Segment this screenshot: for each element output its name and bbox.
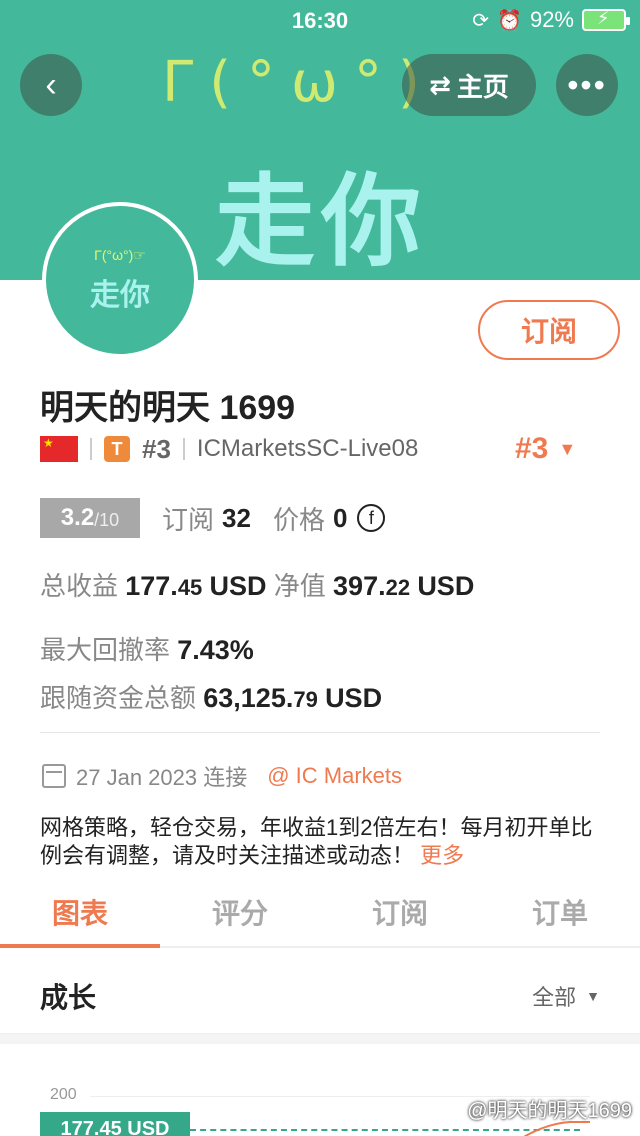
net-value-label: 净值 bbox=[273, 571, 326, 601]
status-bar: 16:30 ⟳ ⏰ 92% ⚡ bbox=[0, 0, 640, 40]
caret-down-icon: ▼ bbox=[558, 438, 577, 459]
profile-name: 明天的明天 1699 bbox=[40, 389, 296, 427]
current-value-label: 177.45 USD bbox=[40, 1112, 190, 1136]
total-profit-label: 总收益 bbox=[40, 571, 119, 601]
follow-total-label: 跟随资金总额 bbox=[40, 683, 197, 713]
subscriptions-label: 订阅 bbox=[162, 504, 215, 535]
stat-drawdown: 最大回撤率 7.43% bbox=[40, 630, 254, 667]
calendar-icon bbox=[42, 764, 66, 788]
connection-row: 27 Jan 2023 连接 @ IC Markets bbox=[42, 760, 402, 792]
section-divider bbox=[40, 732, 600, 733]
score-row: 3.2/10 订阅 32 价格 0 f bbox=[40, 498, 386, 538]
description-text: 网格策略，轻仓交易，年收益1到2倍左右！每月初开单比例会有调整，请及时关注描述或… bbox=[40, 815, 593, 868]
net-value-int: 397. bbox=[333, 571, 386, 601]
avatar[interactable]: Γ(°ω°)☞ 走你 bbox=[42, 202, 198, 358]
rank-dropdown[interactable]: #3 ▼ bbox=[515, 432, 576, 466]
section-title: 成长 bbox=[40, 982, 97, 1013]
avatar-kaomoji: Γ(°ω°)☞ bbox=[94, 246, 146, 263]
description: 网格策略，轻仓交易，年收益1到2倍左右！每月初开单比例会有调整，请及时关注描述或… bbox=[40, 814, 600, 870]
battery-percent: 92% bbox=[529, 7, 574, 32]
alarm-icon: ⏰ bbox=[497, 9, 522, 32]
home-button-label: 主页 bbox=[456, 71, 509, 102]
rank-small: #3 bbox=[142, 433, 171, 464]
caret-down-icon: ▼ bbox=[586, 988, 600, 1004]
stat-follow-total: 跟随资金总额 63,125.79 USD bbox=[40, 678, 382, 715]
subscriptions-value: 32 bbox=[222, 502, 251, 533]
badge-row: T #3 ICMarketsSC-Live08 bbox=[40, 432, 418, 466]
tab-orders[interactable]: 订单 bbox=[480, 878, 640, 946]
connection-date: 27 Jan 2023 连接 bbox=[76, 765, 248, 790]
growth-section-header: 成长 全部 ▼ bbox=[0, 950, 640, 1034]
home-button[interactable]: ⇄ 主页 bbox=[402, 54, 536, 116]
status-right: ⟳ ⏰ 92% ⚡ bbox=[472, 7, 630, 33]
tab-subscribe[interactable]: 订阅 bbox=[320, 878, 480, 946]
more-link[interactable]: 更多 bbox=[420, 843, 464, 868]
rating-badge: 3.2/10 bbox=[40, 498, 140, 538]
more-button[interactable]: ••• bbox=[556, 54, 618, 116]
tab-bar: 图表 评分 订阅 订单 bbox=[0, 878, 640, 948]
follow-total-unit: USD bbox=[325, 683, 383, 713]
server-name: ICMarketsSC-Live08 bbox=[196, 435, 419, 462]
total-profit-dec: 45 bbox=[177, 575, 203, 600]
tab-rating[interactable]: 评分 bbox=[160, 878, 320, 946]
back-button[interactable]: ‹ bbox=[20, 54, 82, 116]
watermark: @明天的明天1699 bbox=[467, 1100, 632, 1122]
price-value: 0 bbox=[332, 502, 348, 533]
divider bbox=[90, 438, 92, 460]
rating-value: 3.2 bbox=[60, 504, 95, 531]
broker-link[interactable]: @ IC Markets bbox=[267, 763, 402, 789]
switch-icon: ⇄ bbox=[429, 69, 451, 100]
follow-total-dec: 79 bbox=[293, 687, 318, 712]
net-value-unit: USD bbox=[417, 571, 475, 601]
avatar-text: 走你 bbox=[90, 278, 150, 312]
battery-charging-icon: ⚡ bbox=[582, 8, 630, 31]
net-value-dec: 22 bbox=[385, 575, 411, 600]
banner-kaomoji: Γ(°ω°) bbox=[162, 50, 436, 115]
max-drawdown-label: 最大回撤率 bbox=[40, 635, 171, 665]
total-profit-unit: USD bbox=[209, 571, 267, 601]
subscribe-button[interactable]: 订阅 bbox=[478, 300, 620, 360]
divider bbox=[182, 438, 185, 460]
tag-badge: T bbox=[104, 436, 130, 462]
tab-chart[interactable]: 图表 bbox=[0, 878, 160, 948]
rank-big-value: #3 bbox=[515, 432, 549, 465]
stat-profit-net: 总收益 177.45 USD 净值 397.22 USD bbox=[40, 566, 474, 603]
rotation-lock-icon: ⟳ bbox=[472, 9, 490, 32]
max-drawdown-value: 7.43% bbox=[177, 635, 254, 665]
price-label: 价格 bbox=[272, 504, 325, 535]
rating-denominator: /10 bbox=[94, 509, 120, 530]
range-value: 全部 bbox=[532, 985, 577, 1010]
china-flag-icon bbox=[40, 436, 78, 462]
follow-total-int: 63,125. bbox=[203, 683, 294, 713]
coin-icon: f bbox=[357, 504, 386, 532]
range-select[interactable]: 全部 ▼ bbox=[532, 980, 600, 1012]
more-dots-icon: ••• bbox=[567, 66, 607, 103]
y-tick-label: 200 bbox=[50, 1086, 77, 1103]
growth-chart: 200 177.45 USD @明天的明天1699 bbox=[0, 1034, 640, 1136]
banner-text: 走你 bbox=[215, 163, 427, 280]
total-profit-int: 177. bbox=[125, 571, 178, 601]
chevron-left-icon: ‹ bbox=[45, 65, 57, 104]
